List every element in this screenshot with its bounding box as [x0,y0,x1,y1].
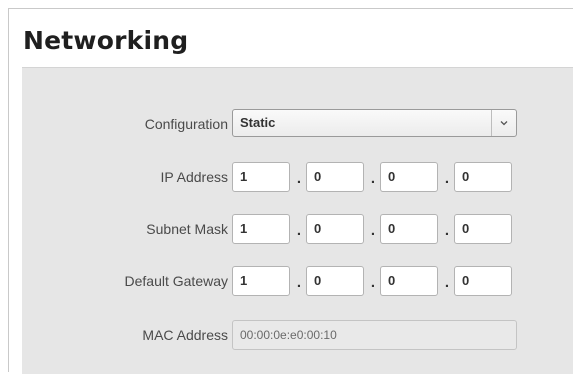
octet-value: 0 [462,221,470,236]
mac-address-value: 00:00:0e:e0:00:10 [240,328,337,342]
octet-separator: . [444,222,450,239]
subnet-mask-octet-2[interactable]: 0 [306,214,364,244]
default-gateway-octet-2[interactable]: 0 [306,266,364,296]
configuration-dropdown-button[interactable] [491,110,516,136]
configuration-label: Configuration [144,116,228,132]
octet-value: 0 [388,169,396,184]
octet-value: 0 [314,273,322,288]
subnet-mask-octet-4[interactable]: 0 [454,214,512,244]
octet-separator: . [296,222,302,239]
octet-value: 0 [314,221,322,236]
octet-value: 0 [388,273,396,288]
octet-separator: . [370,170,376,187]
default-gateway-row: Default Gateway 1 . 0 . 0 . 0 [22,266,573,296]
mac-address-label: MAC Address [142,327,228,343]
octet-separator: . [296,170,302,187]
octet-value: 1 [240,221,248,236]
ip-address-octet-3[interactable]: 0 [380,162,438,192]
octet-separator: . [444,274,450,291]
octet-value: 0 [462,273,470,288]
subnet-mask-label: Subnet Mask [146,221,228,237]
octet-separator: . [370,274,376,291]
configuration-selected-value: Static [240,115,276,130]
octet-value: 0 [462,169,470,184]
page-title: Networking [23,26,189,55]
ip-address-label: IP Address [160,169,228,185]
octet-value: 1 [240,273,248,288]
default-gateway-octet-1[interactable]: 1 [232,266,290,296]
mac-address-field: 00:00:0e:e0:00:10 [232,320,517,350]
octet-value: 0 [314,169,322,184]
ip-address-octet-4[interactable]: 0 [454,162,512,192]
octet-value: 1 [240,169,248,184]
default-gateway-octet-4[interactable]: 0 [454,266,512,296]
ip-address-octet-2[interactable]: 0 [306,162,364,192]
ip-address-octet-1[interactable]: 1 [232,162,290,192]
default-gateway-octet-3[interactable]: 0 [380,266,438,296]
subnet-mask-row: Subnet Mask 1 . 0 . 0 . 0 [22,214,573,244]
networking-window: Networking Configuration Static IP Addre… [8,8,573,374]
ip-address-row: IP Address 1 . 0 . 0 . 0 [22,162,573,192]
subnet-mask-octet-1[interactable]: 1 [232,214,290,244]
mac-address-row: MAC Address 00:00:0e:e0:00:10 [22,320,573,350]
octet-separator: . [370,222,376,239]
default-gateway-label: Default Gateway [124,273,229,289]
configuration-select[interactable]: Static [232,109,517,137]
networking-panel: Configuration Static IP Address 1 . 0 . … [22,67,573,374]
configuration-row: Configuration Static [22,109,573,139]
octet-separator: . [444,170,450,187]
chevron-down-icon [500,121,508,126]
octet-value: 0 [388,221,396,236]
subnet-mask-octet-3[interactable]: 0 [380,214,438,244]
octet-separator: . [296,274,302,291]
